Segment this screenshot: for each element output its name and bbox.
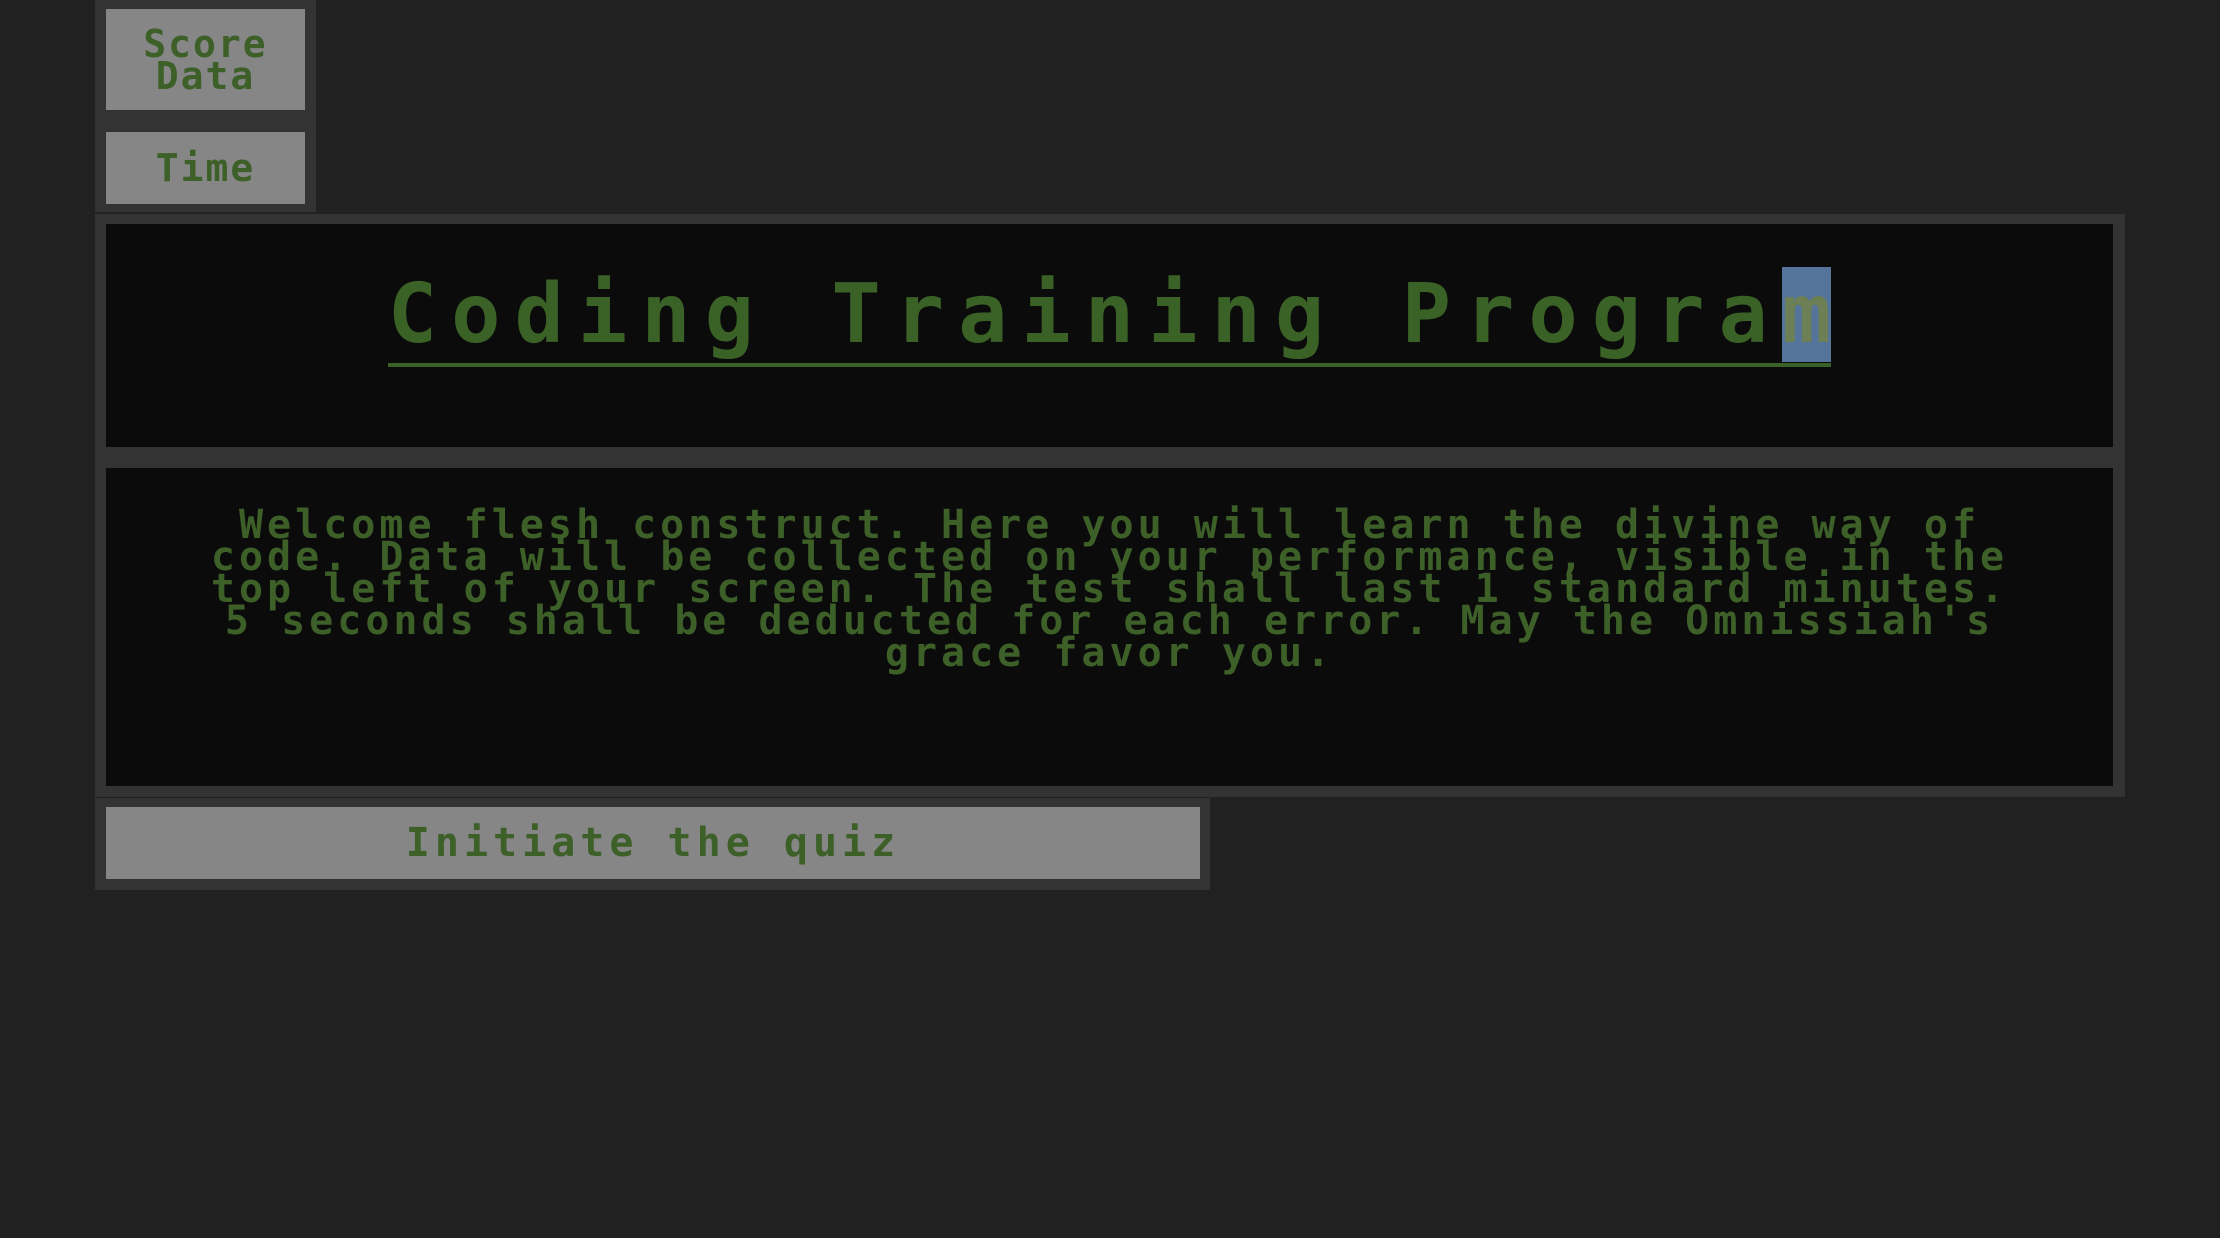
- page-title-text: Coding Training Progra: [387, 267, 1782, 363]
- page-title: Coding Training Program: [387, 267, 1832, 368]
- score-data-label: Score Data: [143, 21, 268, 98]
- main-frame: Coding Training Program Welcome flesh co…: [95, 214, 2125, 797]
- welcome-message: Welcome flesh construct. Here you will l…: [210, 502, 2009, 676]
- initiate-quiz-button[interactable]: Initiate the quiz: [106, 807, 1200, 879]
- time-box: Time: [106, 132, 305, 204]
- stats-panel: Score Data Time: [95, 0, 316, 212]
- start-quiz-frame: Initiate the quiz: [95, 798, 1210, 890]
- quiz-start-page: Score Data Time Coding Training Program …: [0, 0, 2220, 1238]
- selected-text-highlight: m: [1781, 267, 1832, 363]
- title-panel: Coding Training Program: [106, 224, 2113, 447]
- time-label: Time: [155, 146, 256, 190]
- welcome-panel: Welcome flesh construct. Here you will l…: [106, 468, 2113, 786]
- score-data-box: Score Data: [106, 9, 305, 110]
